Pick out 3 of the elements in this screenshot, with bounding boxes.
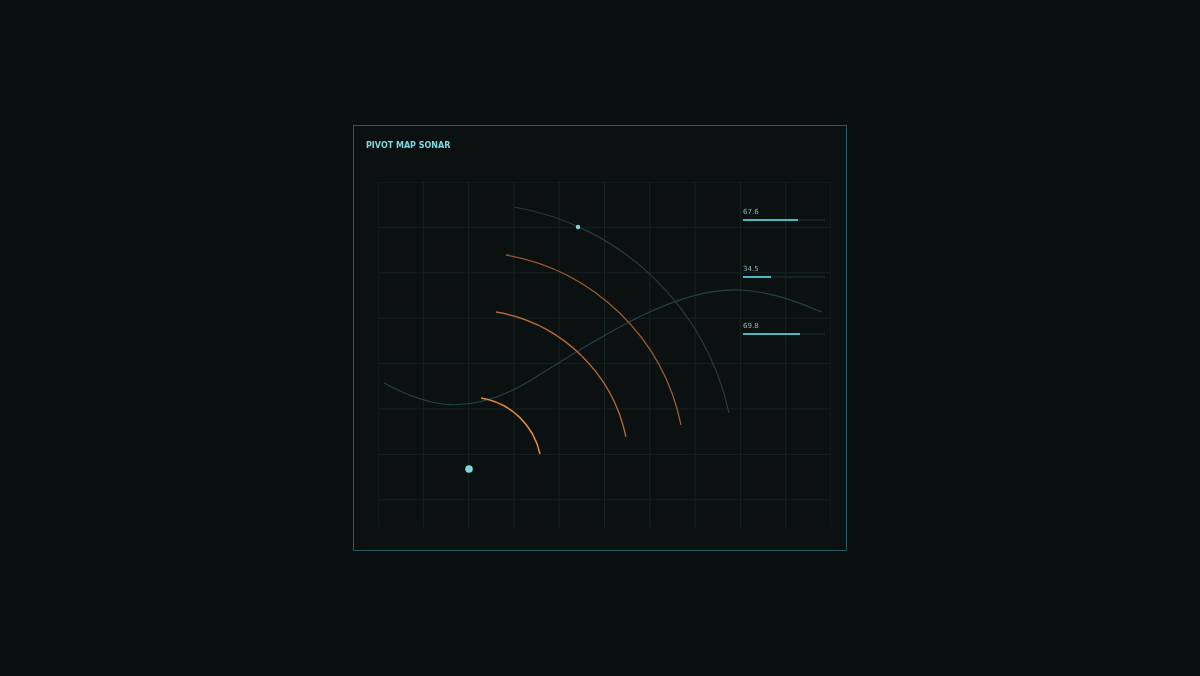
origin-dot bbox=[465, 465, 473, 473]
panel-title: PIVOT MAP SONAR bbox=[366, 140, 451, 152]
target-dot bbox=[575, 224, 581, 230]
